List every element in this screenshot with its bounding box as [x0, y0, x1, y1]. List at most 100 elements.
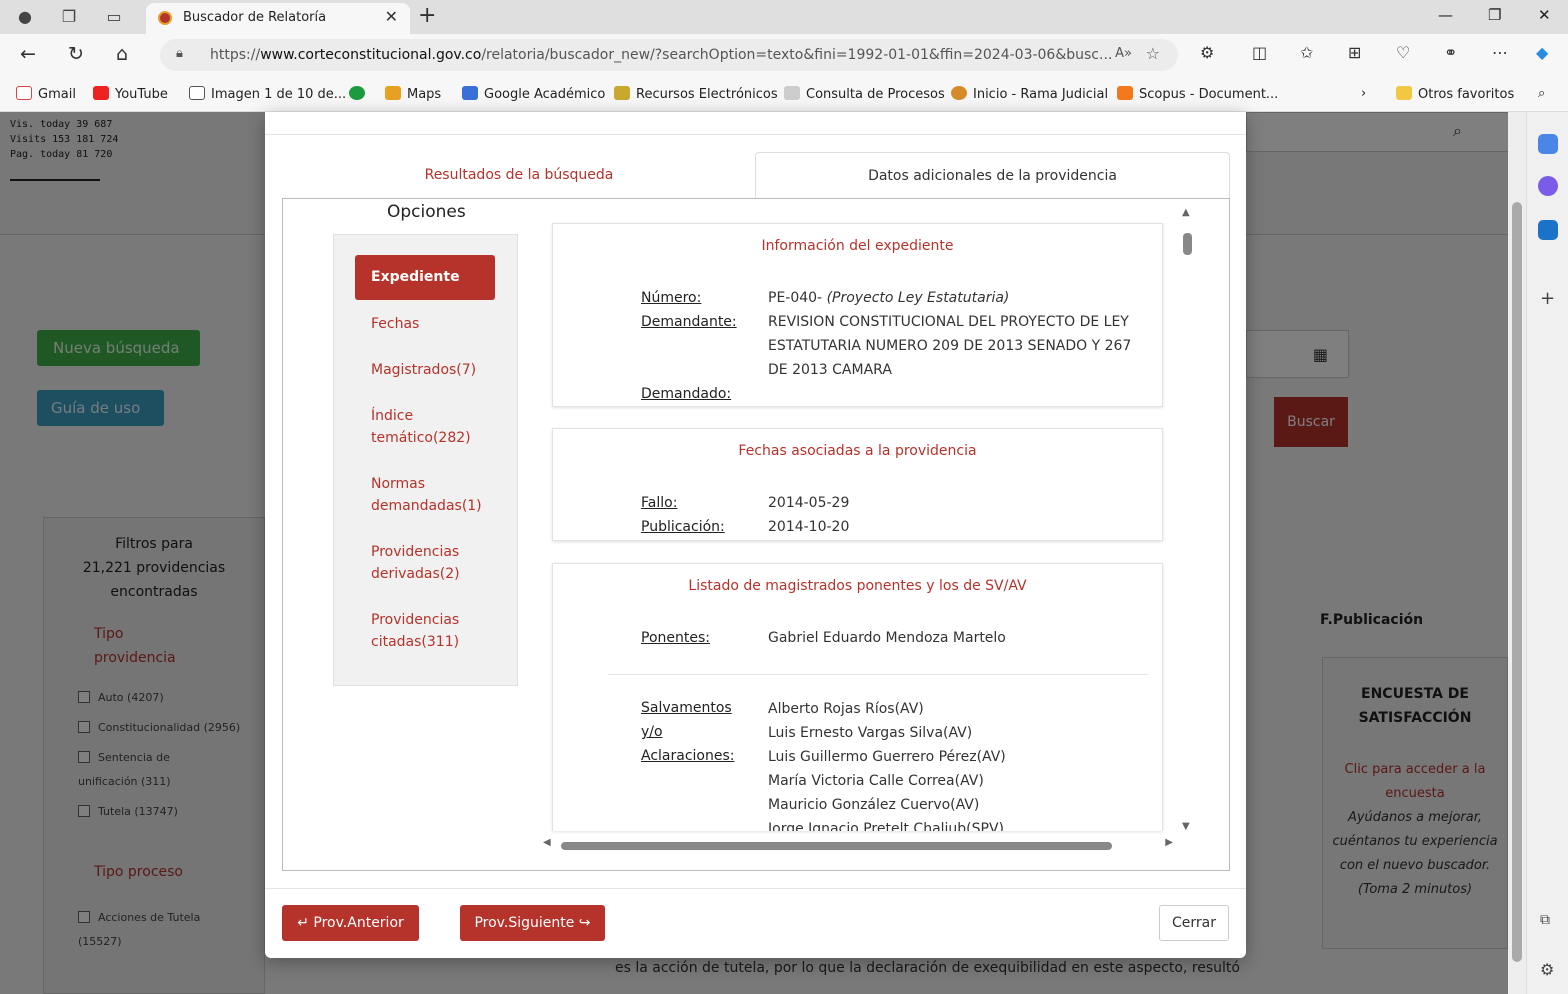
sidebar-search-icon[interactable]: ⌕ — [1538, 86, 1545, 101]
browser-tab-active[interactable]: Buscador de Relatoría ✕ — [146, 3, 410, 34]
fav-recursos[interactable]: Recursos Electrónicos — [614, 86, 778, 102]
scroll-down-icon[interactable]: ▼ — [1182, 821, 1190, 832]
more-menu-icon[interactable]: ⋯ — [1492, 43, 1508, 62]
cerrar-button[interactable]: Cerrar — [1159, 905, 1229, 941]
performance-icon[interactable]: ♡ — [1396, 43, 1410, 62]
vertical-scroll-thumb[interactable] — [1183, 233, 1192, 255]
card-magistrados-title: Listado de magistrados ponentes y los de… — [688, 578, 1027, 594]
close-tab-icon[interactable]: ✕ — [385, 7, 398, 26]
folder-icon — [1396, 86, 1412, 100]
modal-divider — [265, 134, 1246, 135]
fav-other-folder[interactable]: Otros favoritos — [1396, 86, 1514, 102]
numero-label: Número: — [641, 290, 702, 306]
salvamentos-label-1: Salvamentos — [641, 700, 732, 716]
browser-tabstrip: ● ❐ ▭ Buscador de Relatoría ✕ + — ❐ ✕ — [0, 0, 1568, 34]
option-fechas[interactable]: Fechas — [371, 313, 501, 335]
back-icon[interactable]: ← — [20, 43, 36, 65]
prov-anterior-button[interactable]: ↵ Prov.Anterior — [282, 905, 419, 941]
url-text: https://www.corteconstitucional.gov.co/r… — [210, 47, 1113, 63]
workspaces-icon[interactable]: ❐ — [58, 6, 80, 28]
card-fechas-title: Fechas asociadas a la providencia — [738, 443, 977, 459]
minimize-icon[interactable]: — — [1438, 6, 1453, 24]
option-expediente[interactable]: Expediente — [355, 255, 495, 300]
scholar-icon — [462, 86, 478, 100]
salvamentos-label-3: Aclaraciones: — [641, 748, 735, 764]
card-fechas: Fechas asociadas a la providencia Fallo:… — [552, 428, 1163, 541]
numero-value: PE-040- (Proyecto Ley Estatutaria) — [768, 290, 1010, 306]
restore-icon[interactable]: ❐ — [1488, 6, 1501, 24]
sidebar-tools-icon[interactable] — [1538, 134, 1558, 154]
document-icon — [784, 86, 800, 100]
content-horizontal-scrollbar[interactable]: ◀ ▶ — [543, 837, 1173, 851]
collections-icon[interactable]: ⊞ — [1348, 43, 1361, 62]
publicacion-label: Publicación: — [641, 519, 725, 535]
salvamento-item: Jorge Ignacio Pretelt Chaljub(SPV) — [768, 821, 1005, 831]
option-providencias-derivadas[interactable]: Providencias derivadas(2) — [371, 541, 471, 585]
gmail-icon — [16, 86, 32, 100]
tab-title: Buscador de Relatoría — [183, 10, 327, 25]
close-window-icon[interactable]: ✕ — [1538, 6, 1551, 24]
content-vertical-scrollbar[interactable]: ▲ ▼ — [1182, 207, 1194, 832]
copilot-share-icon[interactable]: ⚭ — [1444, 43, 1457, 62]
page-scrollbar[interactable] — [1508, 112, 1526, 994]
page-scroll-thumb[interactable] — [1512, 202, 1522, 962]
resources-icon — [614, 86, 630, 100]
scroll-left-icon[interactable]: ◀ — [543, 837, 551, 848]
fav-youtube[interactable]: YouTube — [93, 86, 168, 102]
scopus-icon — [1117, 86, 1133, 100]
option-normas-demandadas[interactable]: Normas demandadas(1) — [371, 473, 491, 517]
tab-datos-adicionales[interactable]: Datos adicionales de la providencia — [755, 152, 1230, 198]
home-icon[interactable]: ⌂ — [116, 43, 128, 65]
demandado-label: Demandado: — [641, 386, 732, 402]
fav-scopus[interactable]: Scopus - Document... — [1117, 86, 1278, 102]
fav-gmail[interactable]: Gmail — [16, 86, 76, 102]
fav-calendar[interactable] — [349, 86, 371, 102]
split-screen-icon[interactable]: ◫ — [1252, 43, 1267, 62]
ponentes-value: Gabriel Eduardo Mendoza Martelo — [768, 630, 1006, 646]
site-favicon-icon — [158, 11, 172, 25]
favorite-star-icon[interactable]: ☆ — [1146, 44, 1160, 63]
modal-footer-divider — [265, 888, 1246, 889]
read-aloud-icon[interactable]: A» — [1115, 46, 1132, 61]
sidebar-add-icon[interactable]: + — [1540, 288, 1555, 309]
extensions-icon[interactable]: ⚙ — [1200, 43, 1214, 62]
scroll-right-icon[interactable]: ▶ — [1165, 837, 1173, 848]
salvamentos-label-2: y/o — [641, 724, 663, 740]
fav-consulta[interactable]: Consulta de Procesos — [784, 86, 945, 102]
fav-google-academico[interactable]: Google Académico — [462, 86, 605, 102]
prov-siguiente-button[interactable]: Prov.Siguiente ↪ — [460, 905, 605, 941]
salvamento-item: María Victoria Calle Correa(AV) — [768, 773, 984, 789]
maps-icon — [385, 86, 401, 100]
option-magistrados[interactable]: Magistrados(7) — [371, 359, 501, 381]
page-icon — [189, 86, 205, 100]
sidebar-hide-icon[interactable]: ⧉ — [1540, 912, 1550, 928]
return-right-icon: ↪ — [574, 915, 591, 931]
horizontal-scroll-thumb[interactable] — [561, 842, 1112, 850]
copilot-icon[interactable]: ◆ — [1536, 43, 1548, 62]
tab-actions-icon[interactable]: ▭ — [103, 6, 125, 28]
url-field[interactable]: 🔒︎ https://www.corteconstitucional.gov.c… — [160, 39, 1178, 71]
sidebar-copilot-icon[interactable] — [1538, 176, 1558, 196]
providencia-modal: Resultados de la búsqueda Datos adiciona… — [265, 112, 1246, 958]
refresh-icon[interactable]: ↻ — [68, 43, 84, 65]
fav-rama[interactable]: Inicio - Rama Judicial — [951, 86, 1108, 102]
youtube-icon — [93, 86, 109, 100]
profile-icon[interactable]: ● — [14, 6, 36, 28]
options-menu: Expediente Fechas Magistrados(7) Índice … — [333, 234, 518, 686]
tab-resultados[interactable]: Resultados de la búsqueda — [282, 152, 756, 198]
fav-imagen[interactable]: Imagen 1 de 10 de... — [189, 86, 346, 102]
fav-maps[interactable]: Maps — [385, 86, 441, 102]
browser-sidebar: + ⧉ ⚙ — [1526, 112, 1568, 994]
favorites-overflow-icon[interactable]: › — [1361, 86, 1366, 101]
option-providencias-citadas[interactable]: Providencias citadas(311) — [371, 609, 471, 653]
sidebar-settings-icon[interactable]: ⚙ — [1540, 960, 1554, 979]
favorites-icon[interactable]: ✩ — [1300, 43, 1313, 62]
fallo-label: Fallo: — [641, 495, 678, 511]
scroll-up-icon[interactable]: ▲ — [1182, 207, 1190, 218]
salvamento-item: Mauricio González Cuervo(AV) — [768, 797, 980, 813]
new-tab-icon[interactable]: + — [418, 3, 436, 28]
option-indice-tematico[interactable]: Índice temático(282) — [371, 405, 481, 449]
demandante-label: Demandante: — [641, 314, 737, 330]
site-info-icon[interactable]: 🔒︎ — [176, 46, 183, 61]
sidebar-outlook-icon[interactable] — [1538, 220, 1558, 240]
